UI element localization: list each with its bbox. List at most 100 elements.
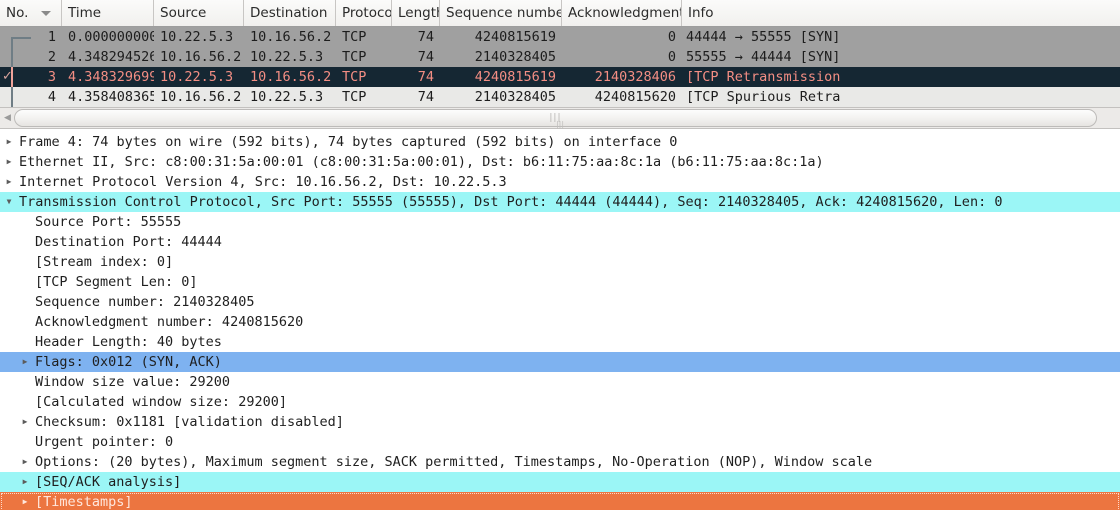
triangle-right-icon[interactable]: ▶ [2, 178, 16, 186]
triangle-right-icon[interactable]: ▶ [2, 138, 16, 146]
packet-cell-time: 4.348294526 [68, 49, 154, 65]
detail-row-options-20-bytes-maximum-segment-size-sa[interactable]: ▶ Options: (20 bytes), Maximum segment si… [0, 452, 1120, 472]
detail-row-label: Sequence number: 2140328405 [35, 294, 255, 310]
detail-row-label: Destination Port: 44444 [35, 234, 222, 250]
column-header-label: Time [68, 5, 102, 21]
packet-cell-no: 4 [47, 89, 56, 105]
packet-cell-ack: 2140328406 [594, 69, 676, 85]
detail-row-checksum-0x1181-validation-disabled[interactable]: ▶ Checksum: 0x1181 [validation disabled] [0, 412, 1120, 432]
packet-cell-time: 4.348329699 [68, 69, 154, 85]
detail-row-label: [TCP Segment Len: 0] [35, 274, 198, 290]
detail-row-label: Flags: 0x012 (SYN, ACK) [35, 354, 222, 370]
packet-cell-no: 3 [47, 69, 56, 85]
triangle-down-icon[interactable]: ▼ [2, 198, 16, 206]
packet-list-horizontal-scrollbar[interactable]: ◀ ||| ||| [0, 107, 1120, 129]
packet-cell-protocol: TCP [342, 29, 367, 45]
packet-cell-source: 10.16.56.2 [160, 89, 242, 105]
detail-row-ethernet-ii-src-c8-00-31-5a-00-01-c8-00-[interactable]: ▶ Ethernet II, Src: c8:00:31:5a:00:01 (c8… [0, 152, 1120, 172]
triangle-down-icon[interactable] [41, 10, 51, 16]
packet-cell-ack: 0 [667, 49, 676, 65]
detail-row-header-length-40-bytes[interactable]: Header Length: 40 bytes [0, 332, 1120, 352]
column-header-acknowledgment-number[interactable]: Acknowledgment number [562, 0, 682, 26]
packet-cell-time: 4.358408365 [68, 89, 154, 105]
packet-row[interactable]: 4 4.358408365 10.16.56.2 10.22.5.3 TCP 74 2140… [0, 87, 1120, 107]
packet-cell-no: 1 [47, 29, 56, 45]
packet-cell-protocol: TCP [342, 49, 367, 65]
packet-cell-source: 10.22.5.3 [160, 69, 234, 85]
detail-row-label: Internet Protocol Version 4, Src: 10.16.… [19, 174, 507, 190]
detail-row-acknowledgment-number-4240815620[interactable]: Acknowledgment number: 4240815620 [0, 312, 1120, 332]
detail-row-label: Urgent pointer: 0 [35, 434, 174, 450]
detail-row-label: [Calculated window size: 29200] [35, 394, 287, 410]
detail-row-label: Source Port: 55555 [35, 214, 182, 230]
packet-row[interactable]: 3 4.348329699 10.22.5.3 10.16.56.2 TCP 74 4240… [0, 67, 1120, 87]
column-header-no[interactable]: No. [0, 0, 62, 26]
column-header-protocol[interactable]: Protocol [336, 0, 392, 26]
detail-row-label: [SEQ/ACK analysis] [35, 474, 182, 490]
column-header-label: Acknowledgment number [568, 5, 682, 21]
detail-row-timestamps[interactable]: ▶ [Timestamps] [0, 492, 1120, 510]
packet-cell-destination: 10.22.5.3 [250, 49, 324, 65]
packet-cell-destination: 10.16.56.2 [250, 69, 332, 85]
packet-list-header: No. Time Source Destination Protocol Length Se… [0, 0, 1120, 27]
column-header-label: Info [688, 5, 714, 21]
triangle-right-icon[interactable]: ▶ [18, 358, 32, 366]
column-header-info[interactable]: Info [682, 0, 1120, 26]
packet-detail-pane[interactable]: ▶ Frame 4: 74 bytes on wire (592 bits), 7… [0, 129, 1120, 510]
detail-row-sequence-number-2140328405[interactable]: Sequence number: 2140328405 [0, 292, 1120, 312]
column-header-label: Sequence number [446, 5, 562, 21]
detail-row-destination-port-44444[interactable]: Destination Port: 44444 [0, 232, 1120, 252]
packet-cell-source: 10.22.5.3 [160, 29, 234, 45]
packet-list-body[interactable]: ✓ 1 0.000000000 10.22.5.3 10.16.56.2 TCP 74 42… [0, 27, 1120, 107]
packet-cell-ack: 0 [667, 29, 676, 45]
triangle-right-icon[interactable]: ▶ [2, 158, 16, 166]
triangle-right-icon[interactable]: ▶ [18, 498, 32, 506]
triangle-right-icon[interactable]: ▶ [18, 478, 32, 486]
packet-cell-info: [TCP Spurious Retra [686, 89, 841, 105]
packet-cell-seq: 4240815619 [474, 69, 556, 85]
column-header-label: No. [6, 5, 29, 21]
packet-list-pane: No. Time Source Destination Protocol Length Se… [0, 0, 1120, 107]
detail-row-stream-index-0[interactable]: [Stream index: 0] [0, 252, 1120, 272]
column-header-length[interactable]: Length [392, 0, 440, 26]
detail-row-source-port-55555[interactable]: Source Port: 55555 [0, 212, 1120, 232]
wireshark-window: No. Time Source Destination Protocol Length Se… [0, 0, 1120, 510]
packet-cell-length: 74 [417, 49, 434, 65]
detail-row-calculated-window-size-29200[interactable]: [Calculated window size: 29200] [0, 392, 1120, 412]
pane-splitter-grip-icon[interactable]: ||| [0, 121, 1120, 129]
packet-cell-destination: 10.22.5.3 [250, 89, 324, 105]
detail-row-internet-protocol-version-4-src-10-16-56[interactable]: ▶ Internet Protocol Version 4, Src: 10.16… [0, 172, 1120, 192]
column-header-source[interactable]: Source [154, 0, 244, 26]
detail-row-tcp-segment-len-0[interactable]: [TCP Segment Len: 0] [0, 272, 1120, 292]
detail-row-label: Ethernet II, Src: c8:00:31:5a:00:01 (c8:… [19, 154, 824, 170]
detail-row-urgent-pointer-0[interactable]: Urgent pointer: 0 [0, 432, 1120, 452]
packet-cell-info: 44444 → 55555 [SYN] [686, 29, 841, 45]
packet-cell-seq: 2140328405 [474, 49, 556, 65]
packet-row[interactable]: 1 0.000000000 10.22.5.3 10.16.56.2 TCP 74 4240… [0, 27, 1120, 47]
detail-row-label: Options: (20 bytes), Maximum segment siz… [35, 454, 873, 470]
detail-row-label: [Stream index: 0] [35, 254, 174, 270]
packet-cell-info: 55555 → 44444 [SYN] [686, 49, 841, 65]
packet-cell-length: 74 [417, 69, 434, 85]
packet-cell-length: 74 [417, 89, 434, 105]
packet-row[interactable]: 2 4.348294526 10.16.56.2 10.22.5.3 TCP 74 2140… [0, 47, 1120, 67]
column-header-time[interactable]: Time [62, 0, 154, 26]
packet-cell-length: 74 [417, 29, 434, 45]
packet-cell-protocol: TCP [342, 89, 367, 105]
column-header-destination[interactable]: Destination [244, 0, 336, 26]
detail-row-flags-0x012-syn-ack[interactable]: ▶ Flags: 0x012 (SYN, ACK) [0, 352, 1120, 372]
triangle-right-icon[interactable]: ▶ [18, 418, 32, 426]
detail-row-label: Transmission Control Protocol, Src Port:… [19, 194, 1003, 210]
detail-row-label: Checksum: 0x1181 [validation disabled] [35, 414, 344, 430]
packet-cell-destination: 10.16.56.2 [250, 29, 332, 45]
packet-cell-source: 10.16.56.2 [160, 49, 242, 65]
triangle-right-icon[interactable]: ▶ [18, 458, 32, 466]
detail-row-window-size-value-29200[interactable]: Window size value: 29200 [0, 372, 1120, 392]
column-header-sequence-number[interactable]: Sequence number [440, 0, 562, 26]
packet-cell-ack: 4240815620 [594, 89, 676, 105]
detail-row-frame-4-74-bytes-on-wire-592-bits-74-byt[interactable]: ▶ Frame 4: 74 bytes on wire (592 bits), 7… [0, 132, 1120, 152]
detail-row-seq-ack-analysis[interactable]: ▶ [SEQ/ACK analysis] [0, 472, 1120, 492]
packet-cell-no: 2 [47, 49, 56, 65]
column-header-label: Protocol [342, 5, 392, 21]
detail-row-transmission-control-protocol-src-port-5[interactable]: ▼ Transmission Control Protocol, Src Port… [0, 192, 1120, 212]
